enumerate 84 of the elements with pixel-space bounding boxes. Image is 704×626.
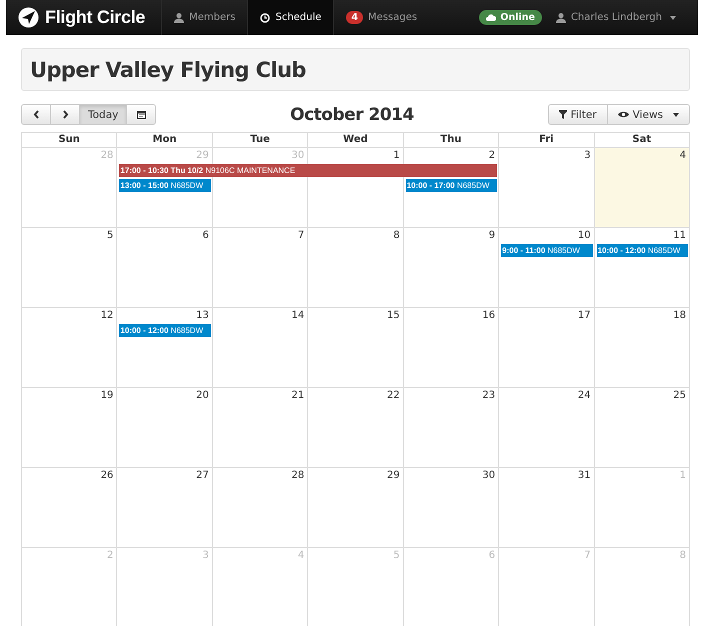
calendar-event[interactable]: 10:00 - 12:00 N685DW bbox=[119, 324, 211, 337]
calendar-event[interactable]: 17:00 - 10:30 Thu 10/2 N9106C MAINTENANCE bbox=[119, 164, 498, 177]
user-icon bbox=[556, 12, 566, 22]
next-button[interactable] bbox=[50, 104, 80, 125]
day-number: 25 bbox=[673, 389, 687, 403]
day-number: 2 bbox=[107, 549, 114, 563]
previous-button[interactable] bbox=[21, 104, 51, 125]
day-number: 7 bbox=[584, 549, 592, 563]
compass-logo-icon bbox=[18, 7, 39, 28]
online-status-badge: Online bbox=[479, 10, 542, 25]
day-number: 30 bbox=[482, 469, 496, 483]
day-number: 24 bbox=[578, 389, 592, 403]
weekday-header: Sun bbox=[22, 132, 118, 148]
nav-tab[interactable]: Schedule bbox=[247, 0, 334, 35]
day-number: 8 bbox=[393, 229, 401, 243]
day-number: 5 bbox=[393, 549, 401, 563]
user-icon bbox=[174, 12, 184, 22]
day-number: 27 bbox=[196, 469, 210, 483]
day-number: 10 bbox=[578, 229, 592, 243]
day-number: 15 bbox=[386, 309, 401, 323]
day-number: 13 bbox=[196, 309, 210, 323]
day-number: 26 bbox=[100, 469, 114, 483]
day-number: 1 bbox=[393, 149, 401, 163]
day-number: 28 bbox=[100, 149, 114, 163]
chevron-right-icon bbox=[62, 110, 68, 119]
day-number: 29 bbox=[386, 469, 401, 483]
caret-icon bbox=[673, 112, 679, 116]
filter-button[interactable]: Filter bbox=[548, 104, 608, 125]
day-number: 29 bbox=[196, 149, 210, 163]
calendar-button[interactable] bbox=[126, 104, 156, 125]
day-number: 12 bbox=[100, 309, 114, 323]
calendar-event[interactable]: 10:00 - 12:00 N685DW bbox=[596, 244, 688, 257]
eye-icon bbox=[618, 111, 629, 118]
day-number: 14 bbox=[292, 309, 306, 323]
day-number: 19 bbox=[100, 389, 114, 403]
day-number: 30 bbox=[292, 149, 306, 163]
day-number: 23 bbox=[482, 389, 496, 403]
day-number: 5 bbox=[107, 229, 114, 243]
nav-tab[interactable]: 4 Messages bbox=[333, 0, 430, 35]
nav-tab-label: Members bbox=[189, 12, 236, 23]
day-number: 20 bbox=[196, 389, 210, 403]
day-number: 28 bbox=[292, 469, 306, 483]
day-number: 2 bbox=[488, 149, 496, 163]
day-number: 11 bbox=[673, 229, 687, 243]
calendar-event[interactable]: 10:00 - 17:00 N685DW bbox=[406, 179, 498, 192]
brand-logo[interactable]: Flight Circle bbox=[6, 0, 162, 35]
calendar-event[interactable]: 13:00 - 15:00 N685DW bbox=[119, 179, 211, 192]
weekday-header: Wed bbox=[308, 132, 404, 148]
day-number: 3 bbox=[202, 549, 210, 563]
weekday-header: Tue bbox=[212, 132, 308, 148]
weekday-header: Thu bbox=[404, 132, 500, 148]
day-number: 16 bbox=[482, 309, 496, 323]
day-number: 17 bbox=[578, 309, 592, 323]
calendar-icon bbox=[136, 110, 146, 119]
day-number: 6 bbox=[202, 229, 210, 243]
club-title: Upper Valley Flying Club bbox=[30, 58, 306, 82]
chevron-left-icon bbox=[32, 110, 40, 119]
day-number: 22 bbox=[386, 389, 401, 403]
day-number: 4 bbox=[298, 549, 306, 563]
month-title: October 2014 bbox=[289, 104, 415, 124]
day-number: 7 bbox=[298, 229, 306, 243]
day-number: 9 bbox=[488, 229, 496, 243]
cloud-icon bbox=[486, 14, 496, 21]
day-number: 21 bbox=[292, 389, 306, 403]
message-count-badge: 4 bbox=[346, 11, 364, 24]
day-number: 8 bbox=[680, 549, 687, 563]
weekday-header: Fri bbox=[499, 132, 595, 148]
nav-tab-label: Schedule bbox=[275, 12, 322, 23]
day-number: 4 bbox=[680, 149, 687, 163]
nav-tab-label: Messages bbox=[368, 12, 418, 23]
clock-icon bbox=[260, 12, 270, 22]
views-button[interactable]: Views bbox=[606, 104, 690, 125]
weekday-header: Sat bbox=[594, 132, 690, 148]
day-number: 6 bbox=[488, 549, 496, 563]
filter-icon bbox=[558, 110, 567, 119]
day-number: 3 bbox=[584, 149, 592, 163]
day-number: 31 bbox=[578, 469, 592, 483]
user-menu[interactable]: Charles Lindbergh bbox=[552, 0, 698, 35]
day-number: 1 bbox=[680, 469, 687, 483]
today-button[interactable]: Today bbox=[79, 104, 128, 125]
caret-icon bbox=[670, 16, 676, 20]
weekday-header: Mon bbox=[117, 132, 213, 148]
day-number: 18 bbox=[673, 309, 687, 323]
calendar-event[interactable]: 9:00 - 11:00 N685DW bbox=[501, 244, 593, 257]
